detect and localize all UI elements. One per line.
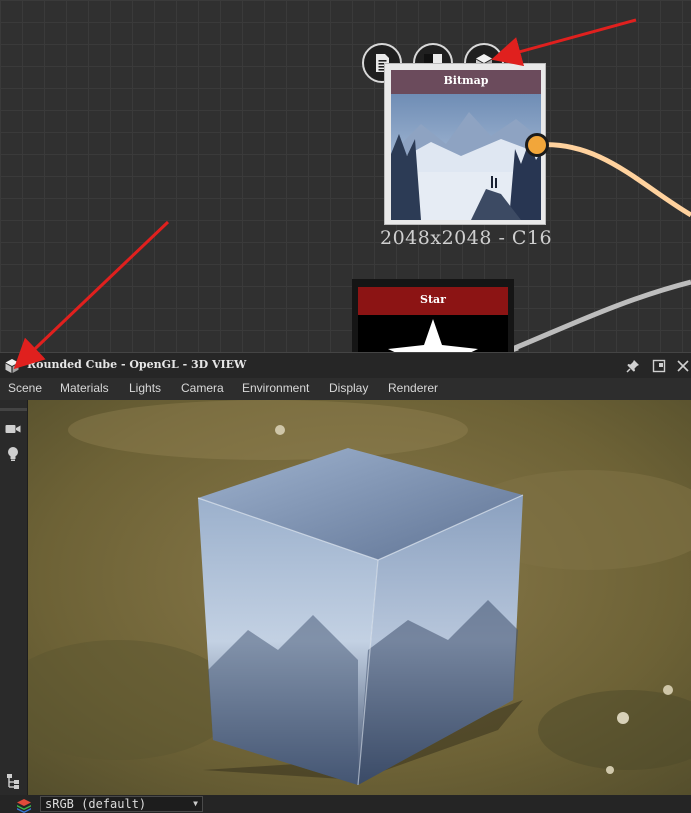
bitmap-node-title: Bitmap bbox=[391, 70, 541, 94]
colorspace-value: sRGB (default) bbox=[45, 797, 147, 811]
panel-title: Rounded Cube - OpenGL - 3D VIEW bbox=[27, 358, 247, 371]
bitmap-output-port[interactable] bbox=[525, 133, 549, 157]
node-graph-canvas[interactable]: Bitmap 2048x2048 - C16 Star bbox=[0, 0, 691, 352]
star-node-title: Star bbox=[358, 287, 508, 315]
menu-camera[interactable]: Camera bbox=[181, 381, 224, 395]
viewport-toolstrip bbox=[0, 400, 28, 795]
menu-lights[interactable]: Lights bbox=[129, 381, 161, 395]
menu-environment[interactable]: Environment bbox=[242, 381, 309, 395]
menu-scene[interactable]: Scene bbox=[8, 381, 42, 395]
panel-titlebar: Rounded Cube - OpenGL - 3D VIEW bbox=[0, 352, 691, 378]
menu-bar: Scene Materials Lights Camera Environmen… bbox=[0, 378, 691, 400]
cube-icon bbox=[5, 359, 19, 373]
colorspace-select[interactable]: sRGB (default) ▼ bbox=[40, 796, 203, 812]
light-bulb-icon[interactable] bbox=[4, 445, 22, 463]
scene-tree-icon[interactable] bbox=[4, 772, 22, 790]
status-bar: sRGB (default) ▼ bbox=[0, 795, 691, 813]
star-node[interactable]: Star bbox=[352, 279, 514, 352]
bitmap-thumbnail bbox=[391, 94, 541, 220]
color-layers-icon bbox=[17, 799, 31, 813]
close-icon[interactable] bbox=[675, 358, 691, 374]
float-window-icon[interactable] bbox=[651, 358, 667, 374]
chevron-down-icon: ▼ bbox=[193, 799, 198, 808]
menu-renderer[interactable]: Renderer bbox=[388, 381, 438, 395]
3d-view-panel: Rounded Cube - OpenGL - 3D VIEW Scene Ma… bbox=[0, 352, 691, 813]
star-output-wire bbox=[504, 279, 691, 352]
pin-icon[interactable] bbox=[625, 358, 641, 374]
bitmap-output-wire bbox=[536, 142, 691, 218]
star-thumbnail bbox=[358, 315, 508, 352]
bitmap-node[interactable]: Bitmap bbox=[384, 63, 546, 225]
bitmap-size-label: 2048x2048 - C16 bbox=[380, 227, 553, 249]
menu-display[interactable]: Display bbox=[329, 381, 368, 395]
3d-viewport[interactable] bbox=[28, 400, 691, 795]
menu-materials[interactable]: Materials bbox=[60, 381, 109, 395]
toolstrip-grip[interactable] bbox=[0, 408, 27, 411]
camera-icon[interactable] bbox=[4, 420, 22, 438]
graph-wires bbox=[504, 142, 691, 352]
